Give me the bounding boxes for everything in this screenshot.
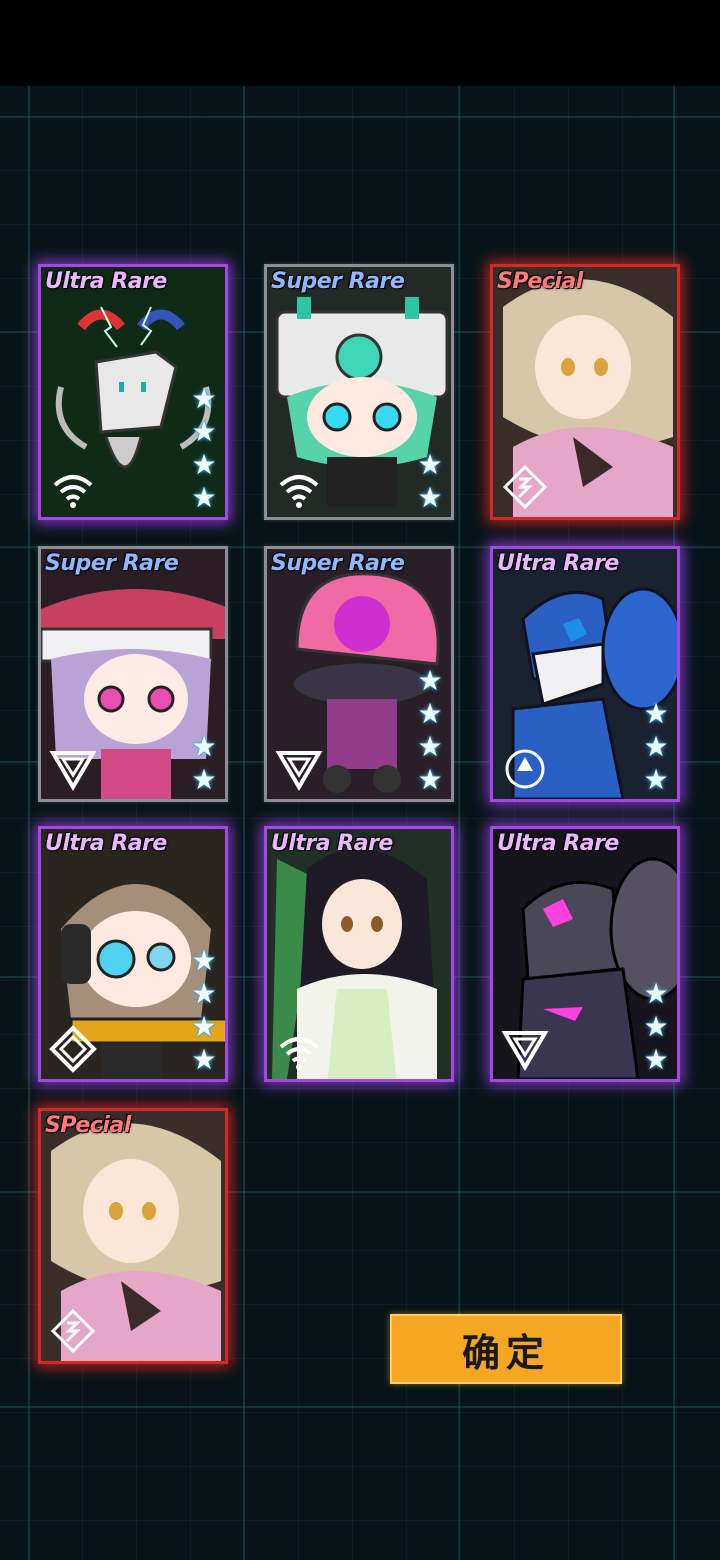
circle-class-icon — [505, 749, 545, 789]
star-icon: ★ — [191, 481, 217, 514]
star-icon: ★ — [191, 415, 217, 448]
star-icon: ★ — [417, 448, 443, 481]
character-card-1[interactable]: Ultra Rare ★ ★ ★ ★ — [38, 264, 228, 520]
triangle-class-icon — [501, 1031, 549, 1071]
character-card-4[interactable]: Super Rare ★ ★ — [38, 546, 228, 802]
special-class-icon — [50, 1308, 96, 1354]
star-icon: ★ — [643, 697, 669, 730]
triangle-class-icon — [275, 751, 323, 791]
star-rating: ★ ★ — [189, 732, 219, 795]
star-rating: ★ ★ ★ ★ — [189, 946, 219, 1075]
star-rating: ★ ★ — [415, 450, 445, 513]
rarity-label: SPecial — [45, 1113, 131, 1138]
star-icon: ★ — [191, 977, 217, 1010]
rarity-label: Ultra Rare — [45, 831, 167, 856]
rarity-label: Ultra Rare — [497, 551, 619, 576]
character-card-7[interactable]: Ultra Rare ★ ★ ★ ★ — [38, 826, 228, 1082]
top-status-bar — [0, 0, 720, 86]
star-icon: ★ — [191, 448, 217, 481]
confirm-button[interactable]: 确定 — [390, 1314, 622, 1384]
character-card-9[interactable]: Ultra Rare ★ ★ ★ — [490, 826, 680, 1082]
star-icon: ★ — [417, 697, 443, 730]
character-card-8[interactable]: Ultra Rare — [264, 826, 454, 1082]
star-rating: ★ ★ ★ — [641, 699, 671, 795]
rarity-label: Super Rare — [271, 269, 405, 294]
diamond-class-icon — [49, 1025, 97, 1073]
character-card-2[interactable]: Super Rare ★ ★ — [264, 264, 454, 520]
character-card-5[interactable]: Super Rare ★ ★ ★ ★ — [264, 546, 454, 802]
star-icon: ★ — [191, 763, 217, 796]
rarity-label: Super Rare — [271, 551, 405, 576]
rarity-label: Ultra Rare — [497, 831, 619, 856]
star-icon: ★ — [643, 1043, 669, 1076]
star-icon: ★ — [643, 977, 669, 1010]
star-rating: ★ ★ ★ — [641, 979, 671, 1075]
star-icon: ★ — [191, 1043, 217, 1076]
star-icon: ★ — [417, 481, 443, 514]
star-icon: ★ — [191, 382, 217, 415]
star-icon: ★ — [643, 730, 669, 763]
character-card-3[interactable]: SPecial — [490, 264, 680, 520]
rarity-label: Super Rare — [45, 551, 179, 576]
rarity-label: Ultra Rare — [271, 831, 393, 856]
star-icon: ★ — [643, 763, 669, 796]
star-icon: ★ — [191, 730, 217, 763]
star-icon: ★ — [417, 763, 443, 796]
star-rating: ★ ★ ★ ★ — [189, 384, 219, 513]
wifi-class-icon — [279, 475, 319, 508]
special-class-icon — [502, 464, 548, 510]
rarity-label: SPecial — [497, 269, 583, 294]
star-icon: ★ — [191, 1010, 217, 1043]
star-icon: ★ — [191, 944, 217, 977]
wifi-class-icon — [279, 1037, 319, 1070]
star-icon: ★ — [643, 1010, 669, 1043]
wifi-class-icon — [53, 475, 93, 508]
character-card-6[interactable]: Ultra Rare ★ ★ ★ — [490, 546, 680, 802]
star-icon: ★ — [417, 664, 443, 697]
character-card-10[interactable]: SPecial — [38, 1108, 228, 1364]
star-icon: ★ — [417, 730, 443, 763]
triangle-class-icon — [49, 751, 97, 791]
rarity-label: Ultra Rare — [45, 269, 167, 294]
star-rating: ★ ★ ★ ★ — [415, 666, 445, 795]
